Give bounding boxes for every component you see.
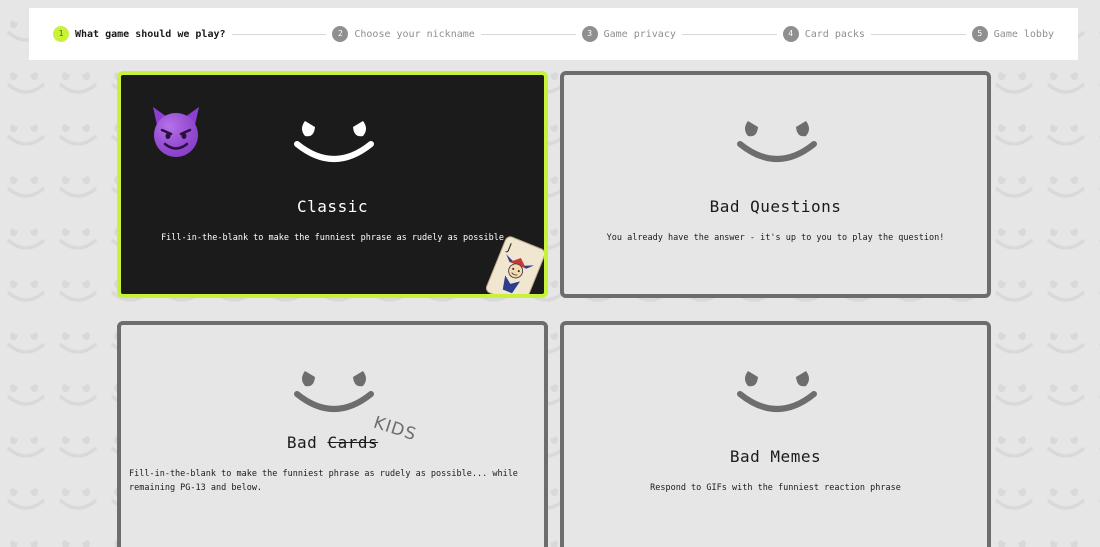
step-connector — [870, 33, 966, 35]
step-3[interactable]: 3 Game privacy — [581, 26, 676, 42]
step-connector — [480, 33, 576, 35]
card-description: Respond to GIFs with the funniest reacti… — [650, 483, 901, 493]
card-title: Bad Memes — [729, 447, 822, 466]
game-card-classic[interactable]: Classic Fill-in-the-blank to make the fu… — [117, 71, 548, 298]
step-label: Game lobby — [993, 28, 1054, 40]
step-connector — [681, 33, 777, 35]
smiley-face-icon — [294, 121, 374, 162]
step-1[interactable]: 1 What game should we play? — [53, 26, 226, 42]
card-title-prefix: Bad — [286, 433, 318, 452]
step-number: 2 — [332, 26, 349, 42]
step-2[interactable]: 2 Choose your nickname — [332, 26, 475, 42]
joker-card-icon: J — [485, 236, 544, 294]
step-label: Card packs — [804, 28, 865, 40]
step-label: Game privacy — [603, 28, 676, 40]
smiley-face-icon — [737, 121, 817, 162]
game-card-bad-questions[interactable]: Bad Questions You already have the answe… — [560, 71, 991, 298]
step-label: What game should we play? — [75, 28, 226, 40]
smiley-face-icon — [294, 371, 374, 412]
devil-emoji-icon — [153, 107, 199, 157]
step-label: Choose your nickname — [354, 28, 475, 40]
smiley-face-icon — [737, 371, 817, 412]
game-card-bad-memes[interactable]: Bad Memes Respond to GIFs with the funni… — [560, 321, 991, 547]
step-connector — [231, 33, 327, 35]
card-title-struck: Cards — [327, 433, 379, 452]
step-number: 4 — [782, 26, 799, 42]
progress-stepper: 1 What game should we play? 2 Choose you… — [29, 8, 1078, 60]
step-number: 5 — [971, 26, 988, 42]
step-number: 3 — [581, 26, 598, 42]
card-title: Classic — [297, 197, 368, 216]
step-number: 1 — [53, 26, 69, 42]
card-title: Bad Cards — [121, 433, 544, 452]
step-4[interactable]: 4 Card packs — [782, 26, 865, 42]
card-title: Bad Questions — [709, 197, 842, 216]
step-5[interactable]: 5 Game lobby — [971, 26, 1054, 42]
card-description: Fill-in-the-blank to make the funniest p… — [129, 469, 518, 493]
game-card-bad-cards-kids[interactable]: Bad Cards KIDS Fill-in-the-blank to make… — [117, 321, 548, 547]
card-description: You already have the answer - it's up to… — [606, 233, 945, 243]
